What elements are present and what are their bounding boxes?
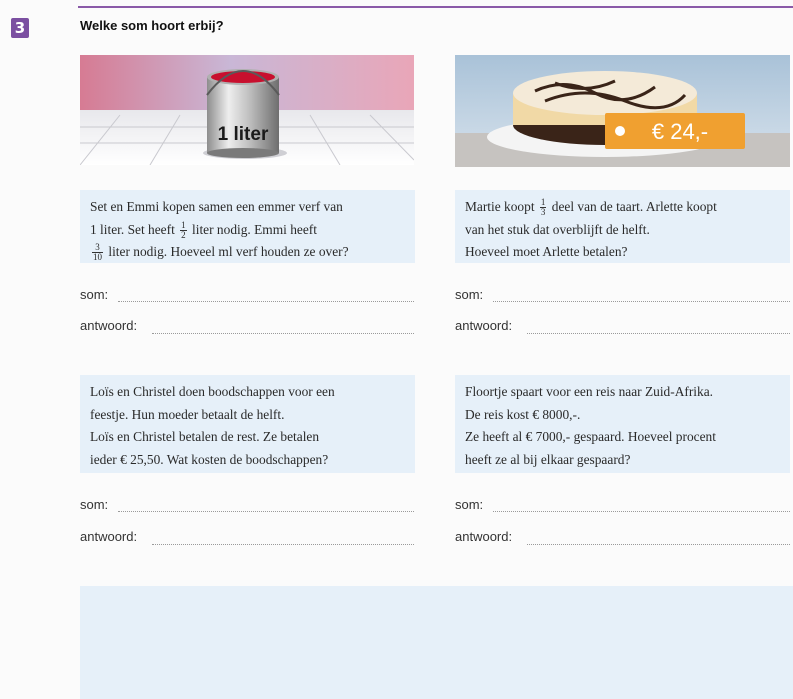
antwoord-label-4: antwoord: <box>455 529 513 544</box>
fraction-three-tenths: 3 10 <box>92 243 103 262</box>
antwoord-answer-line-3[interactable] <box>152 544 414 545</box>
som-answer-line-3[interactable] <box>118 511 414 512</box>
problem-2-line-1-b: deel van de taart. Arlette koopt <box>551 199 717 214</box>
price-tag: € 24,- <box>652 119 708 144</box>
problem-2-line-3: Hoeveel moet Arlette betalen? <box>465 244 628 259</box>
fraction-denominator: 3 <box>540 207 546 218</box>
problem-1-line-2: 1 liter. Set heeft 1 2 liter nodig. Emmi… <box>90 219 405 242</box>
problem-1-line-3: 3 10 liter nodig. Hoeveel ml verf houden… <box>90 241 405 264</box>
problem-1-line-2-b: liter nodig. Emmi heeft <box>192 221 317 237</box>
fraction-one-third: 1 3 <box>539 198 547 218</box>
som-label-2: som: <box>455 287 484 302</box>
problem-1-line-1: Set en Emmi kopen samen een emmer verf v… <box>90 199 343 214</box>
problem-1-line-3-b: liter nodig. Hoeveel ml verf houden ze o… <box>108 244 349 259</box>
problem-4-line-1: Floortje spaart voor een reis naar Zuid-… <box>465 384 714 399</box>
som-answer-line-2[interactable] <box>493 301 790 302</box>
problem-2-line-1-a: Martie koopt <box>465 199 535 214</box>
problem-1-box: Set en Emmi kopen samen een emmer verf v… <box>80 190 415 263</box>
problem-2-box: Martie koopt 1 3 deel van de taart. Arle… <box>455 190 790 263</box>
problem-4-line-4: heeft ze al bij elkaar gespaard? <box>465 451 631 467</box>
fraction-one-half: 1 2 <box>180 220 187 240</box>
problem-3-line-1: Loïs en Christel doen boodschappen voor … <box>90 384 335 399</box>
cake-image: € 24,- <box>455 55 790 167</box>
antwoord-label-3: antwoord: <box>80 529 138 544</box>
exercise-number: 3 <box>11 18 29 38</box>
antwoord-answer-line-4[interactable] <box>527 544 790 545</box>
antwoord-answer-line-2[interactable] <box>527 333 790 334</box>
fraction-denominator: 2 <box>181 229 186 240</box>
fraction-denominator: 10 <box>93 252 102 263</box>
problem-3-box: Loïs en Christel doen boodschappen voor … <box>80 375 415 473</box>
paint-label: 1 liter <box>218 124 269 145</box>
antwoord-label-1: antwoord: <box>80 318 138 333</box>
problem-2-line-1: Martie koopt 1 3 deel van de taart. Arle… <box>465 196 780 219</box>
paint-bucket-image: 1 liter <box>80 55 414 165</box>
som-answer-line-4[interactable] <box>493 511 790 512</box>
exercise-question: Welke som hoort erbij? <box>80 18 224 33</box>
problem-2-line-2: van het stuk dat overblijft de helft. <box>465 221 650 237</box>
som-label-4: som: <box>455 497 484 512</box>
problem-3-line-2: feestje. Hun moeder betaalt de helft. <box>90 406 285 422</box>
top-rule <box>78 6 793 8</box>
som-label-1: som: <box>80 287 109 302</box>
problem-4-line-2: De reis kost € 8000,-. <box>465 406 581 422</box>
problem-1-line-2-a: 1 liter. Set heeft <box>90 221 175 237</box>
som-label-3: som: <box>80 497 109 512</box>
som-answer-line-1[interactable] <box>118 301 414 302</box>
empty-work-box[interactable] <box>80 586 793 699</box>
antwoord-label-2: antwoord: <box>455 318 513 333</box>
antwoord-answer-line-1[interactable] <box>152 333 414 334</box>
problem-4-box: Floortje spaart voor een reis naar Zuid-… <box>455 375 790 473</box>
problem-3-line-3: Loïs en Christel betalen de rest. Ze bet… <box>90 429 320 444</box>
problem-3-line-4: ieder € 25,50. Wat kosten de boodschappe… <box>90 451 329 467</box>
problem-4-line-3: Ze heeft al € 7000,- gespaard. Hoeveel p… <box>465 429 716 444</box>
